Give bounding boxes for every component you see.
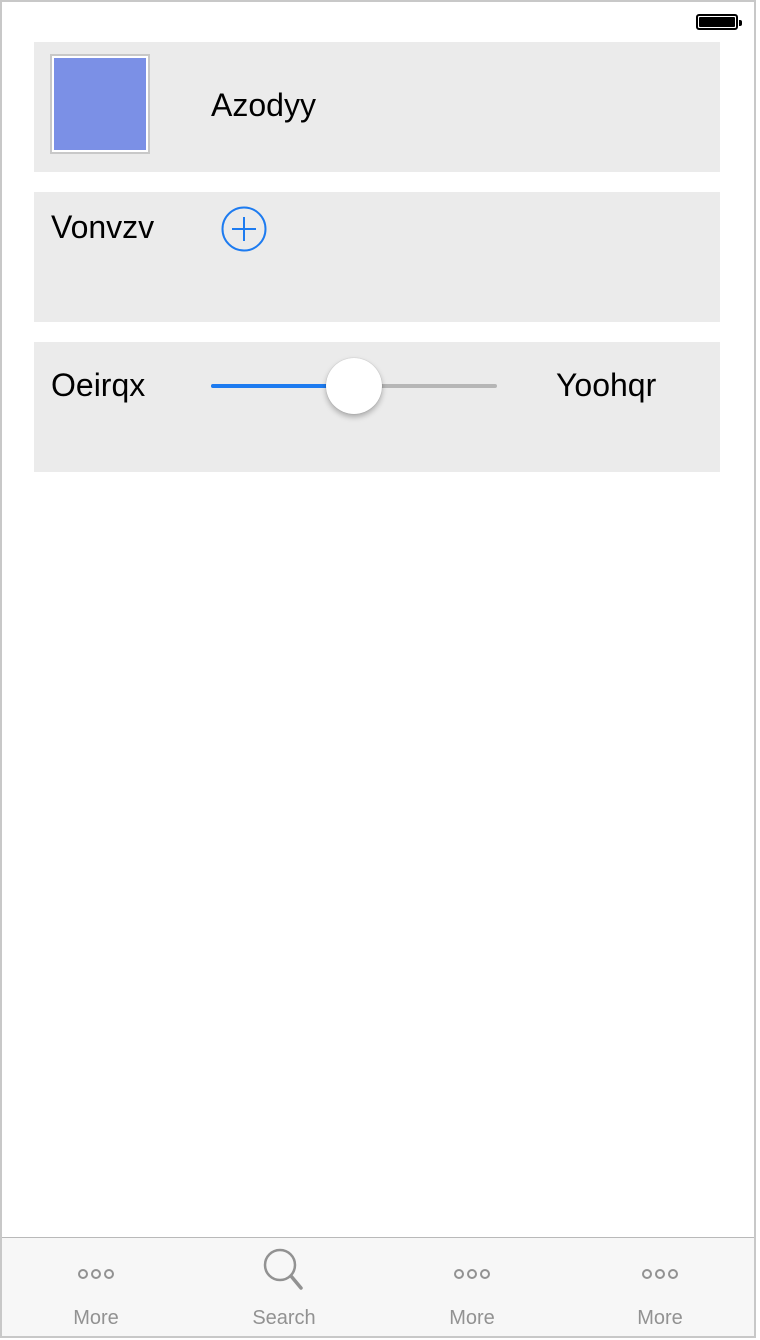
color-swatch[interactable] [50, 54, 150, 154]
tab-label: More [637, 1307, 683, 1329]
tab-label: More [449, 1307, 495, 1329]
slider-row: Oeirqx Yoohqr [34, 342, 720, 472]
tab-more-1[interactable]: More [2, 1238, 190, 1336]
plus-circle-icon [221, 206, 267, 252]
add-button[interactable] [221, 206, 267, 252]
tab-search[interactable]: Search [190, 1238, 378, 1336]
tab-label: Search [252, 1307, 316, 1329]
tab-more-2[interactable]: More [378, 1238, 566, 1336]
more-icon [454, 1269, 490, 1279]
search-icon [263, 1248, 303, 1290]
tab-label: More [73, 1307, 119, 1329]
slider-min-label: Oeirqx [51, 367, 146, 403]
color-swatch-fill [54, 58, 146, 150]
more-icon [78, 1269, 114, 1279]
value-slider[interactable] [211, 354, 497, 418]
tab-more-3[interactable]: More [566, 1238, 754, 1336]
tab-bar: More Search More More [2, 1237, 754, 1336]
app-screen: Azodyy Vonvzv Oeirqx Yoohqr More Search … [0, 0, 756, 1338]
battery-full-icon [696, 14, 742, 30]
more-icon [642, 1269, 678, 1279]
slider-thumb[interactable] [326, 358, 382, 414]
slider-max-label: Yoohqr [556, 367, 657, 403]
add-row-label: Vonvzv [51, 209, 155, 245]
add-row: Vonvzv [34, 192, 720, 322]
color-row-label: Azodyy [211, 87, 316, 123]
status-bar [2, 2, 754, 42]
color-row: Azodyy [34, 42, 720, 172]
